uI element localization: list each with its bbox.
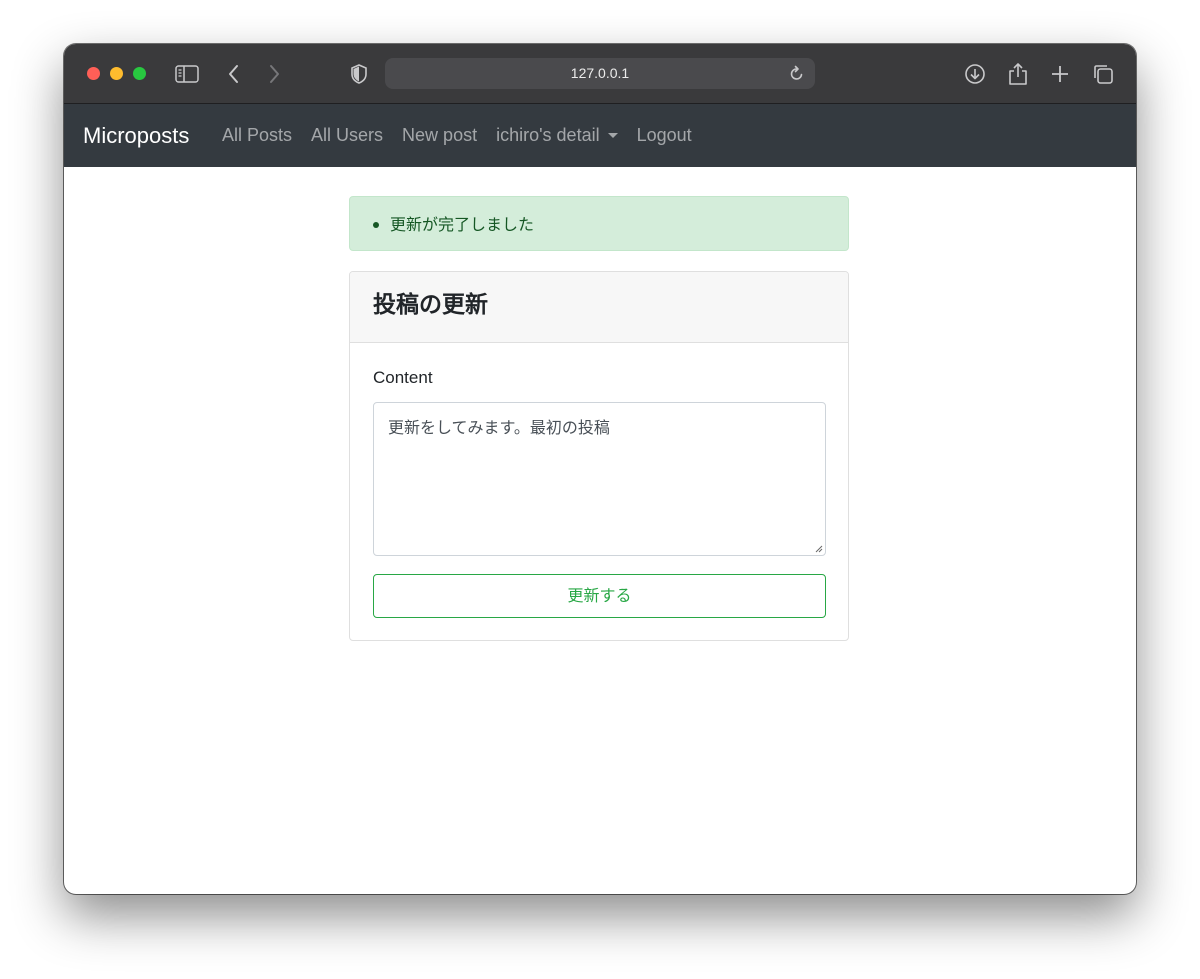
forward-icon[interactable] xyxy=(261,61,287,87)
new-tab-icon[interactable] xyxy=(1047,61,1073,87)
nav-link-all-posts[interactable]: All Posts xyxy=(222,125,292,146)
nav-dropdown-user-detail[interactable]: ichiro's detail xyxy=(496,125,618,146)
zoom-window-button[interactable] xyxy=(133,67,146,80)
nav-links: All Posts All Users New post ichiro's de… xyxy=(222,104,711,167)
nav-link-all-users[interactable]: All Users xyxy=(311,125,383,146)
caret-down-icon xyxy=(607,133,618,138)
card-title: 投稿の更新 xyxy=(373,292,488,318)
url-text: 127.0.0.1 xyxy=(570,65,630,81)
download-icon[interactable] xyxy=(962,61,988,87)
edit-post-card: 投稿の更新 Content 更新をしてみます。最初の投稿 更新する xyxy=(349,271,849,641)
nav-dropdown-label: ichiro's detail xyxy=(496,125,600,145)
content-textarea[interactable]: 更新をしてみます。最初の投稿 xyxy=(373,402,826,556)
update-submit-button[interactable]: 更新する xyxy=(373,574,826,618)
nav-link-new-post[interactable]: New post xyxy=(402,125,477,146)
brand-link[interactable]: Microposts xyxy=(83,104,189,167)
resize-handle-icon[interactable] xyxy=(815,545,823,553)
browser-toolbar: 127.0.0.1 xyxy=(64,44,1136,104)
back-icon[interactable] xyxy=(221,61,247,87)
content-label: Content xyxy=(373,368,433,387)
app-navbar: Microposts All Posts All Users New post … xyxy=(64,104,1136,167)
sidebar-icon[interactable] xyxy=(174,61,200,87)
browser-window: 127.0.0.1 Microposts All Posts All Users… xyxy=(64,44,1136,894)
shield-icon[interactable] xyxy=(346,61,372,87)
share-icon[interactable] xyxy=(1005,61,1031,87)
nav-link-logout[interactable]: Logout xyxy=(637,125,692,146)
close-window-button[interactable] xyxy=(87,67,100,80)
bullet-icon xyxy=(373,222,379,228)
card-header: 投稿の更新 xyxy=(350,272,848,343)
success-alert: 更新が完了しました xyxy=(349,196,849,251)
minimize-window-button[interactable] xyxy=(110,67,123,80)
alert-message: 更新が完了しました xyxy=(390,215,535,234)
reload-icon[interactable] xyxy=(785,61,809,85)
address-bar[interactable]: 127.0.0.1 xyxy=(385,58,815,89)
tabs-overview-icon[interactable] xyxy=(1090,61,1116,87)
content-value: 更新をしてみます。最初の投稿 xyxy=(388,418,610,437)
